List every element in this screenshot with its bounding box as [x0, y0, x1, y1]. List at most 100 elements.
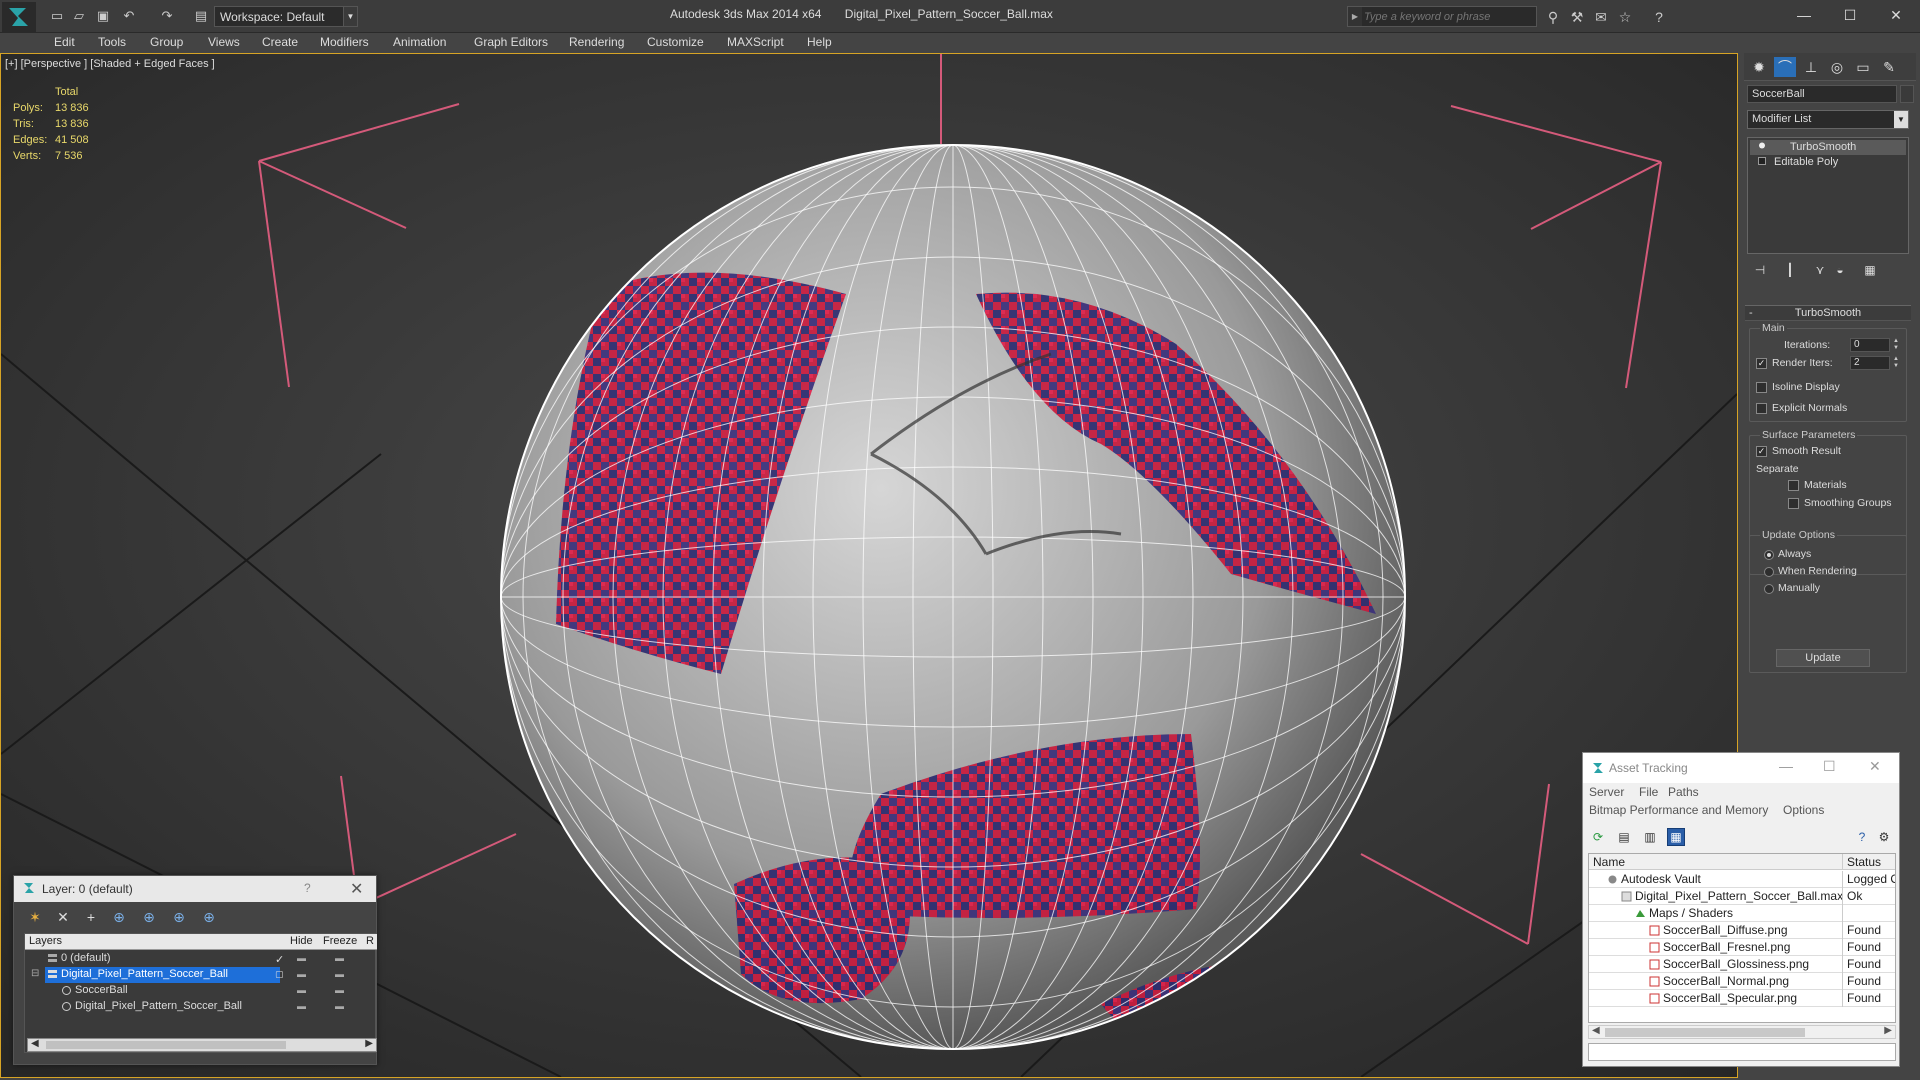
update-button[interactable]: Update — [1776, 649, 1870, 667]
search-input[interactable] — [1364, 7, 1534, 26]
remove-modifier-icon[interactable]: ◒ — [1831, 262, 1849, 278]
layer-dialog-titlebar[interactable]: Layer: 0 (default) ? ✕ — [14, 876, 376, 902]
table-view-icon[interactable]: ▥ — [1641, 828, 1659, 846]
active-layer-check-icon[interactable]: ✓ — [275, 953, 289, 966]
menu-rendering[interactable]: Rendering — [569, 35, 624, 49]
scrollbar-thumb[interactable] — [1605, 1028, 1805, 1037]
menu-animation[interactable]: Animation — [393, 35, 446, 49]
spinner-arrows-icon[interactable]: ▲ ▼ — [1892, 356, 1900, 370]
freeze-toggle[interactable]: ▬ — [335, 969, 349, 979]
explicit-normals-checkbox[interactable] — [1756, 403, 1767, 414]
asset-row[interactable]: SoccerBall_Normal.png Found — [1589, 973, 1895, 990]
menu-group[interactable]: Group — [150, 35, 183, 49]
asset-row[interactable]: Autodesk Vault Logged O — [1589, 871, 1895, 888]
refresh-icon[interactable]: ⟳ — [1589, 828, 1607, 846]
menu-edit[interactable]: Edit — [54, 35, 75, 49]
freeze-toggle[interactable]: ▬ — [335, 953, 349, 963]
menu-paths[interactable]: Paths — [1668, 785, 1699, 799]
asset-row[interactable]: Maps / Shaders — [1589, 905, 1895, 922]
asset-row[interactable]: SoccerBall_Specular.png Found — [1589, 990, 1895, 1007]
stack-item-turbosmooth[interactable]: TurboSmooth — [1750, 140, 1906, 155]
show-end-result-icon[interactable]: ┃ — [1781, 262, 1799, 278]
hierarchy-tab-icon[interactable]: ⊥ — [1800, 57, 1822, 77]
layer-row[interactable]: 0 (default) ✓ ▬ ▬ — [25, 951, 377, 967]
create-tab-icon[interactable]: ✹ — [1748, 57, 1770, 77]
make-unique-icon[interactable]: ⋎ — [1811, 262, 1829, 278]
materials-checkbox[interactable] — [1788, 480, 1799, 491]
asset-row[interactable]: SoccerBall_Diffuse.png Found — [1589, 922, 1895, 939]
menu-views[interactable]: Views — [208, 35, 240, 49]
close-button[interactable]: ✕ — [1876, 3, 1916, 27]
modifier-list-dropdown[interactable]: Modifier List ▼ — [1747, 110, 1909, 129]
scroll-left-icon[interactable]: ◀ — [1592, 1025, 1600, 1036]
grid-view-icon[interactable]: ▦ — [1667, 828, 1685, 846]
asset-dialog-titlebar[interactable]: Asset Tracking — ☐ ✕ — [1583, 753, 1899, 783]
communication-icon[interactable]: ✉ — [1592, 8, 1610, 26]
freeze-all-icon[interactable]: ⊕ — [200, 908, 218, 926]
menu-customize[interactable]: Customize — [647, 35, 704, 49]
menu-file[interactable]: File — [1639, 785, 1658, 799]
binoculars-icon[interactable]: ⚲ — [1544, 8, 1562, 26]
display-tab-icon[interactable]: ▭ — [1852, 57, 1874, 77]
hide-column-header[interactable]: Hide — [290, 935, 313, 947]
when-rendering-radio[interactable] — [1764, 567, 1774, 577]
smoothing-groups-checkbox[interactable] — [1788, 498, 1799, 509]
close-button[interactable]: ✕ — [1869, 758, 1881, 775]
layer-row[interactable]: ⊟ Digital_Pixel_Pattern_Soccer_Ball ▢ ▬ … — [25, 967, 377, 983]
help-icon[interactable]: ? — [1650, 8, 1668, 26]
menu-options[interactable]: Options — [1783, 803, 1824, 817]
menu-server[interactable]: Server — [1589, 785, 1624, 799]
search-expand-icon[interactable]: ▶ — [1348, 7, 1362, 26]
pin-stack-icon[interactable]: ⊣ — [1751, 262, 1769, 278]
add-to-layer-icon[interactable]: + — [82, 908, 100, 926]
object-color-swatch[interactable] — [1900, 85, 1914, 103]
menu-tools[interactable]: Tools — [98, 35, 126, 49]
freeze-toggle[interactable]: ▬ — [335, 985, 349, 995]
list-view-icon[interactable]: ▤ — [1615, 828, 1633, 846]
context-help-icon[interactable]: ⚙ — [1875, 828, 1893, 846]
delete-layer-icon[interactable]: ✕ — [54, 908, 72, 926]
asset-path-field[interactable] — [1588, 1043, 1896, 1061]
close-icon[interactable]: ✕ — [350, 879, 363, 899]
scrollbar-thumb[interactable] — [46, 1041, 286, 1049]
hide-all-icon[interactable]: ⊕ — [170, 908, 188, 926]
asset-horizontal-scrollbar[interactable]: ◀ ▶ — [1588, 1025, 1896, 1039]
menu-help[interactable]: Help — [807, 35, 832, 49]
maximize-button[interactable]: ☐ — [1830, 3, 1870, 27]
render-iters-checkbox[interactable]: ✓ — [1756, 358, 1767, 369]
always-radio[interactable] — [1764, 550, 1774, 560]
help-icon[interactable]: ? — [1853, 828, 1871, 846]
isoline-display-checkbox[interactable] — [1756, 382, 1767, 393]
hide-toggle[interactable]: ▬ — [297, 953, 311, 963]
new-file-icon[interactable]: ▭ — [48, 7, 66, 25]
menu-bitmap-performance[interactable]: Bitmap Performance and Memory — [1589, 803, 1768, 817]
create-layer-icon[interactable]: ✶ — [26, 908, 44, 926]
collapse-icon[interactable]: ⊟ — [31, 968, 42, 979]
menu-graph-editors[interactable]: Graph Editors — [474, 35, 548, 49]
status-column-header[interactable]: Status — [1847, 855, 1881, 869]
freeze-column-header[interactable]: Freeze — [323, 935, 357, 947]
render-iters-spinner[interactable]: 2 — [1850, 356, 1890, 370]
scroll-left-icon[interactable]: ◀ — [31, 1038, 39, 1049]
motion-tab-icon[interactable]: ◎ — [1826, 57, 1848, 77]
iterations-spinner[interactable]: 0 — [1850, 338, 1890, 352]
help-icon[interactable]: ? — [304, 881, 311, 895]
spinner-arrows-icon[interactable]: ▲ ▼ — [1892, 338, 1900, 352]
open-file-icon[interactable]: ▱ — [70, 7, 88, 25]
layer-row[interactable]: Digital_Pixel_Pattern_Soccer_Ball ▬ ▬ — [25, 999, 377, 1015]
select-objects-icon[interactable]: ⊕ — [110, 908, 128, 926]
maximize-button[interactable]: ☐ — [1823, 758, 1836, 775]
undo-icon[interactable]: ↶ — [120, 7, 138, 25]
hide-toggle[interactable]: ▬ — [297, 969, 311, 979]
viewport-label[interactable]: [+] [Perspective ] [Shaded + Edged Faces… — [5, 58, 215, 70]
hide-toggle[interactable]: ▬ — [297, 1001, 311, 1011]
freeze-toggle[interactable]: ▬ — [335, 1001, 349, 1011]
name-column-header[interactable]: Name — [1593, 855, 1625, 869]
menu-maxscript[interactable]: MAXScript — [727, 35, 784, 49]
configure-modifier-sets-icon[interactable]: ▦ — [1861, 262, 1879, 278]
minimize-button[interactable]: — — [1779, 758, 1793, 774]
chevron-down-icon[interactable]: ▼ — [343, 7, 357, 26]
asset-row[interactable]: SoccerBall_Glossiness.png Found — [1589, 956, 1895, 973]
modify-tab-icon[interactable]: ⌒ — [1774, 57, 1796, 77]
redo-icon[interactable]: ↷ — [158, 7, 176, 25]
